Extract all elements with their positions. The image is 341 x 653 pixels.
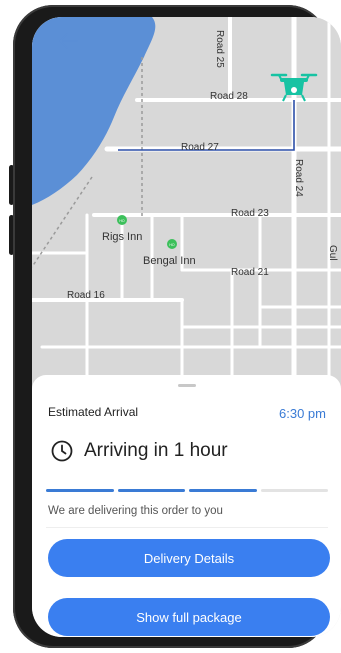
show-full-package-button[interactable]: Show full package [48, 598, 330, 636]
delivery-details-button[interactable]: Delivery Details [48, 539, 330, 577]
poi-marker-icon: HO [117, 215, 127, 225]
poi-label-rigs-inn[interactable]: Rigs Inn [102, 231, 142, 243]
stage: HO HO Road 25 Road 28 Road 27 Road 24 Ro… [0, 0, 341, 653]
delivery-progress [46, 489, 328, 492]
divider [46, 527, 328, 528]
delivery-sheet: Estimated Arrival 6:30 pm Arriving in 1 … [32, 375, 341, 637]
eta-time: 6:30 pm [279, 406, 326, 421]
arrival-status-text: Arriving in 1 hour [84, 440, 228, 461]
poi-label-bengal-inn[interactable]: Bengal Inn [143, 255, 196, 267]
road-label: Road 27 [181, 142, 219, 153]
delivery-message: We are delivering this order to you [48, 505, 223, 517]
road-label: Road 23 [231, 208, 269, 219]
road-label: Road 24 [293, 159, 304, 197]
poi-marker-icon: HO [167, 239, 177, 249]
road-label: Road 16 [67, 290, 105, 301]
progress-segment [189, 489, 257, 492]
sheet-drag-handle[interactable] [178, 384, 196, 387]
svg-text:HO: HO [119, 219, 125, 223]
road-label: Road 21 [231, 267, 269, 278]
progress-segment [117, 489, 185, 492]
phone-screen: HO HO Road 25 Road 28 Road 27 Road 24 Ro… [32, 17, 341, 637]
svg-text:HO: HO [169, 243, 175, 247]
map-canvas: HO HO [32, 17, 341, 397]
eta-label: Estimated Arrival [48, 405, 139, 419]
road-label: Road 25 [214, 30, 225, 68]
progress-segment [46, 489, 114, 492]
road-label: Gul [327, 245, 338, 261]
arrival-status: Arriving in 1 hour [50, 435, 228, 467]
back-arrow-icon[interactable] [57, 31, 79, 51]
clock-icon [51, 440, 73, 462]
progress-segment [260, 489, 328, 492]
road-label: Road 28 [210, 91, 248, 102]
map-view[interactable]: HO HO Road 25 Road 28 Road 27 Road 24 Ro… [32, 17, 341, 397]
